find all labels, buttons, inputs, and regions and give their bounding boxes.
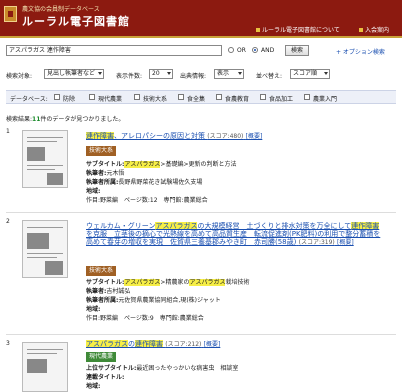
checkbox-shokuno-kyoiku[interactable] (216, 94, 222, 100)
result-title-link[interactable]: アスパラガスの連作障害 (スコア:212) [概要] (86, 340, 386, 349)
square-bullet-icon (256, 27, 260, 32)
result-item: 2 ウェルカム・グリーンアスパラガスの大規模経営 土づくりと排水対策を万全にして… (0, 218, 402, 328)
source-select[interactable]: 表示 (214, 69, 244, 79)
option-search-link[interactable]: + オプション検索 (336, 47, 385, 56)
sort-select[interactable]: スコア順 (290, 69, 330, 79)
or-radio[interactable] (228, 47, 234, 53)
checkbox-shoku-zenshu[interactable] (178, 94, 184, 100)
checkbox-label: 食品加工 (269, 96, 294, 103)
or-label: OR (237, 47, 246, 54)
join-link[interactable]: 入会案内 (359, 25, 389, 34)
checkbox-gendai-nogyo[interactable] (89, 94, 95, 100)
result-count: 検索結果:11件のデータが見つかりました。 (6, 116, 125, 123)
result-score: (スコア:212) (165, 341, 202, 348)
database-filter-bar: データベース: 防除 現代農業 技術大系 食全集 食農教育 食品加工 農業入門 (6, 90, 396, 104)
chevron-down-icon (98, 72, 102, 75)
search-options: 検索対象: 見出し執筆者など 表示件数: 20 出典情報: 表示 並べ替え: ス… (6, 68, 396, 82)
result-divider (6, 334, 396, 335)
summary-link[interactable]: [概要] (246, 133, 263, 140)
checkbox-shokuhin-kako[interactable] (260, 94, 266, 100)
result-number: 2 (6, 218, 10, 225)
checkbox-label: 食全集 (187, 96, 206, 103)
result-score: (スコア:319) (298, 239, 335, 246)
checkbox-boujo[interactable] (54, 94, 60, 100)
document-thumbnail[interactable] (22, 342, 68, 392)
checkbox-label: 現代農業 (98, 96, 123, 103)
site-header: 農文協の会員制データベース ルーラル電子図書館 ルーラル電子図書館について 入会… (0, 0, 402, 38)
sort-label: 並べ替え: (256, 73, 283, 80)
database-label: データベース: (10, 96, 48, 103)
and-radio[interactable] (252, 47, 258, 53)
square-bullet-icon (359, 27, 363, 32)
summary-link[interactable]: [概要] (337, 239, 354, 246)
result-item: 1 連作障害、アレロパシーの原因と対策 (スコア:480) [概要] 技術大系 … (0, 128, 402, 208)
result-metadata: サブタイトル:アスパラガス>精農家のアスパラガス栽培技術 執筆者:吉村誠弘 執筆… (86, 279, 250, 322)
result-metadata: 上位サブタイトル:最近困ったやっかいな病害虫 相談室 連載タイトル: 地域: (86, 365, 239, 390)
checkbox-label: 食農教育 (225, 96, 250, 103)
count-label: 表示件数: (116, 73, 143, 80)
chevron-down-icon (324, 72, 328, 75)
search-input[interactable]: アスパラガス 連作障害 (6, 45, 222, 56)
checkbox-gijutsu-taikei[interactable] (134, 94, 140, 100)
chevron-down-icon (167, 72, 171, 75)
summary-link[interactable]: [概要] (204, 341, 221, 348)
result-item: 3 アスパラガスの連作障害 (スコア:212) [概要] 現代農業 上位サブタイ… (0, 340, 402, 392)
site-subtitle: 農文協の会員制データベース (22, 6, 100, 13)
result-number: 3 (6, 340, 10, 347)
document-thumbnail[interactable] (22, 130, 68, 188)
database-badge: 技術大系 (86, 146, 117, 156)
checkbox-nogyo-nyumon[interactable] (304, 94, 310, 100)
result-title-link[interactable]: 連作障害、アレロパシーの原因と対策 (スコア:480) [概要] (86, 132, 386, 141)
checkbox-label: 農業入門 (313, 96, 338, 103)
library-logo-icon (4, 6, 17, 22)
search-button[interactable]: 検索 (285, 45, 309, 56)
database-badge: 現代農業 (86, 352, 117, 362)
about-link[interactable]: ルーラル電子図書館について (256, 25, 340, 34)
document-thumbnail[interactable] (22, 220, 68, 278)
and-label: AND (261, 47, 275, 54)
result-metadata: サブタイトル:アスパラガス>基礎編>更新の判断と方法 執筆者:元木悟 執筆者所属… (86, 161, 237, 204)
result-divider (6, 212, 396, 213)
database-badge: 技術大系 (86, 266, 117, 276)
result-number: 1 (6, 128, 10, 135)
search-bar: アスパラガス 連作障害 OR AND 検索 + オプション検索 (6, 44, 396, 58)
source-label: 出典情報: (180, 73, 207, 80)
checkbox-label: 技術大系 (143, 96, 168, 103)
result-title-link[interactable]: ウェルカム・グリーンアスパラガスの大規模経営 土づくりと排水対策を万全にして連作… (86, 222, 386, 247)
chevron-down-icon (238, 72, 242, 75)
site-title[interactable]: ルーラル電子図書館 (22, 13, 130, 29)
checkbox-label: 防除 (63, 96, 76, 103)
count-select[interactable]: 20 (149, 69, 173, 79)
result-score: (スコア:480) (207, 133, 244, 140)
target-label: 検索対象: (6, 73, 33, 80)
target-select[interactable]: 見出し執筆者など (44, 69, 104, 79)
